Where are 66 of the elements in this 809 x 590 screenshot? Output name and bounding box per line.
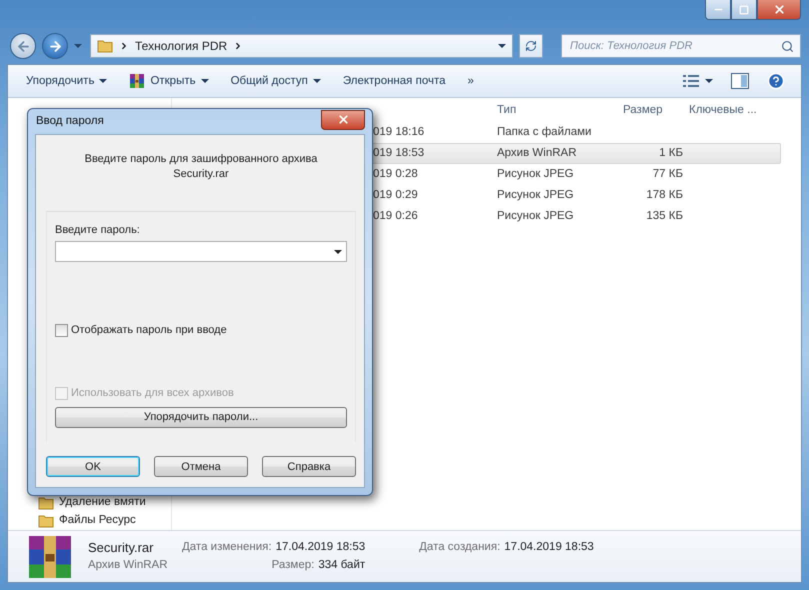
- type-cell: Папка с файлами: [497, 126, 592, 140]
- password-field[interactable]: [55, 241, 347, 262]
- minimize-button[interactable]: [705, 0, 731, 20]
- dialog-message: Security.rar: [173, 168, 229, 182]
- checkbox-label[interactable]: Отображать пароль при вводе: [71, 324, 227, 338]
- checkbox[interactable]: [55, 324, 68, 338]
- column-header[interactable]: Тип: [497, 104, 617, 118]
- field-label: Введите пароль:: [55, 224, 141, 238]
- folder-icon: [97, 38, 113, 54]
- toolbar-button[interactable]: Электронная почта: [334, 69, 454, 93]
- close-icon: [772, 3, 786, 16]
- history-caret-icon[interactable]: [74, 44, 82, 48]
- maximize-button[interactable]: [731, 0, 757, 20]
- column-header[interactable]: Размер: [617, 104, 683, 118]
- close-icon: [336, 113, 350, 126]
- size-cell: 178 КБ: [646, 188, 683, 202]
- type-cell: Рисунок JPEG: [497, 168, 574, 182]
- type-cell: Рисунок JPEG: [497, 210, 574, 224]
- list-view-icon: [683, 74, 699, 88]
- field-label: Размер:: [272, 558, 314, 573]
- date-cell: 019 0:28: [373, 168, 418, 182]
- preview-pane-icon: [731, 73, 749, 89]
- file-type: Архив WinRAR: [88, 558, 168, 573]
- close-button[interactable]: [321, 110, 365, 130]
- arrow-right-icon: [48, 38, 62, 54]
- breadcrumb[interactable]: Технология PDR: [135, 38, 228, 54]
- search-field[interactable]: Поиск: Технология PDR: [568, 39, 781, 53]
- refresh-button[interactable]: [519, 34, 543, 58]
- date-cell: 019 0:26: [373, 210, 418, 224]
- date-cell: 019 18:16: [373, 126, 424, 140]
- field-value: 334 байт: [318, 558, 366, 573]
- address-bar[interactable]: Технология PDR: [90, 34, 513, 58]
- more-button[interactable]: »: [460, 69, 482, 93]
- sidebar-item[interactable]: Файлы Ресурс: [59, 514, 136, 528]
- toolbar-button[interactable]: Упорядочить: [18, 69, 116, 93]
- dialog-button[interactable]: OK: [46, 456, 140, 477]
- column-header[interactable]: Ключевые ...: [683, 104, 780, 118]
- file-name: Security.rar: [88, 540, 154, 556]
- search-icon: [781, 40, 794, 52]
- dialog-button[interactable]: Отмена: [154, 456, 248, 477]
- back-button[interactable]: [10, 33, 36, 59]
- field-label: Дата изменения:: [182, 541, 272, 555]
- toolbar-button[interactable]: Открыть: [121, 69, 217, 93]
- size-cell: 135 КБ: [646, 210, 683, 224]
- help-icon: [767, 72, 785, 90]
- organize-passwords-button[interactable]: Упорядочить пароли...: [55, 406, 347, 428]
- sidebar-item[interactable]: Удаление вмяти: [59, 496, 146, 510]
- dialog-title: Ввод пароля: [35, 114, 104, 128]
- maximize-icon: [739, 4, 749, 14]
- archive-icon: [129, 73, 146, 89]
- size-cell: 77 КБ: [652, 168, 683, 182]
- field-value: 17.04.2019 18:53: [504, 541, 594, 555]
- field-value: 17.04.2019 18:53: [276, 541, 366, 555]
- address-dropdown-icon[interactable]: [498, 44, 506, 48]
- refresh-icon: [525, 40, 537, 52]
- type-cell: Рисунок JPEG: [497, 188, 574, 202]
- size-cell: 1 КБ: [659, 146, 683, 160]
- dialog-button[interactable]: Справка: [262, 456, 356, 477]
- date-cell: 019 0:29: [373, 188, 418, 202]
- search-box[interactable]: Поиск: Технология PDR: [561, 34, 801, 58]
- close-button[interactable]: [757, 0, 801, 20]
- field-label: Дата создания:: [419, 541, 500, 555]
- toolbar-button[interactable]: Общий доступ: [222, 69, 329, 93]
- type-cell: Архив WinRAR: [497, 146, 577, 160]
- forward-button[interactable]: [42, 33, 68, 59]
- date-cell: 019 18:53: [373, 146, 424, 160]
